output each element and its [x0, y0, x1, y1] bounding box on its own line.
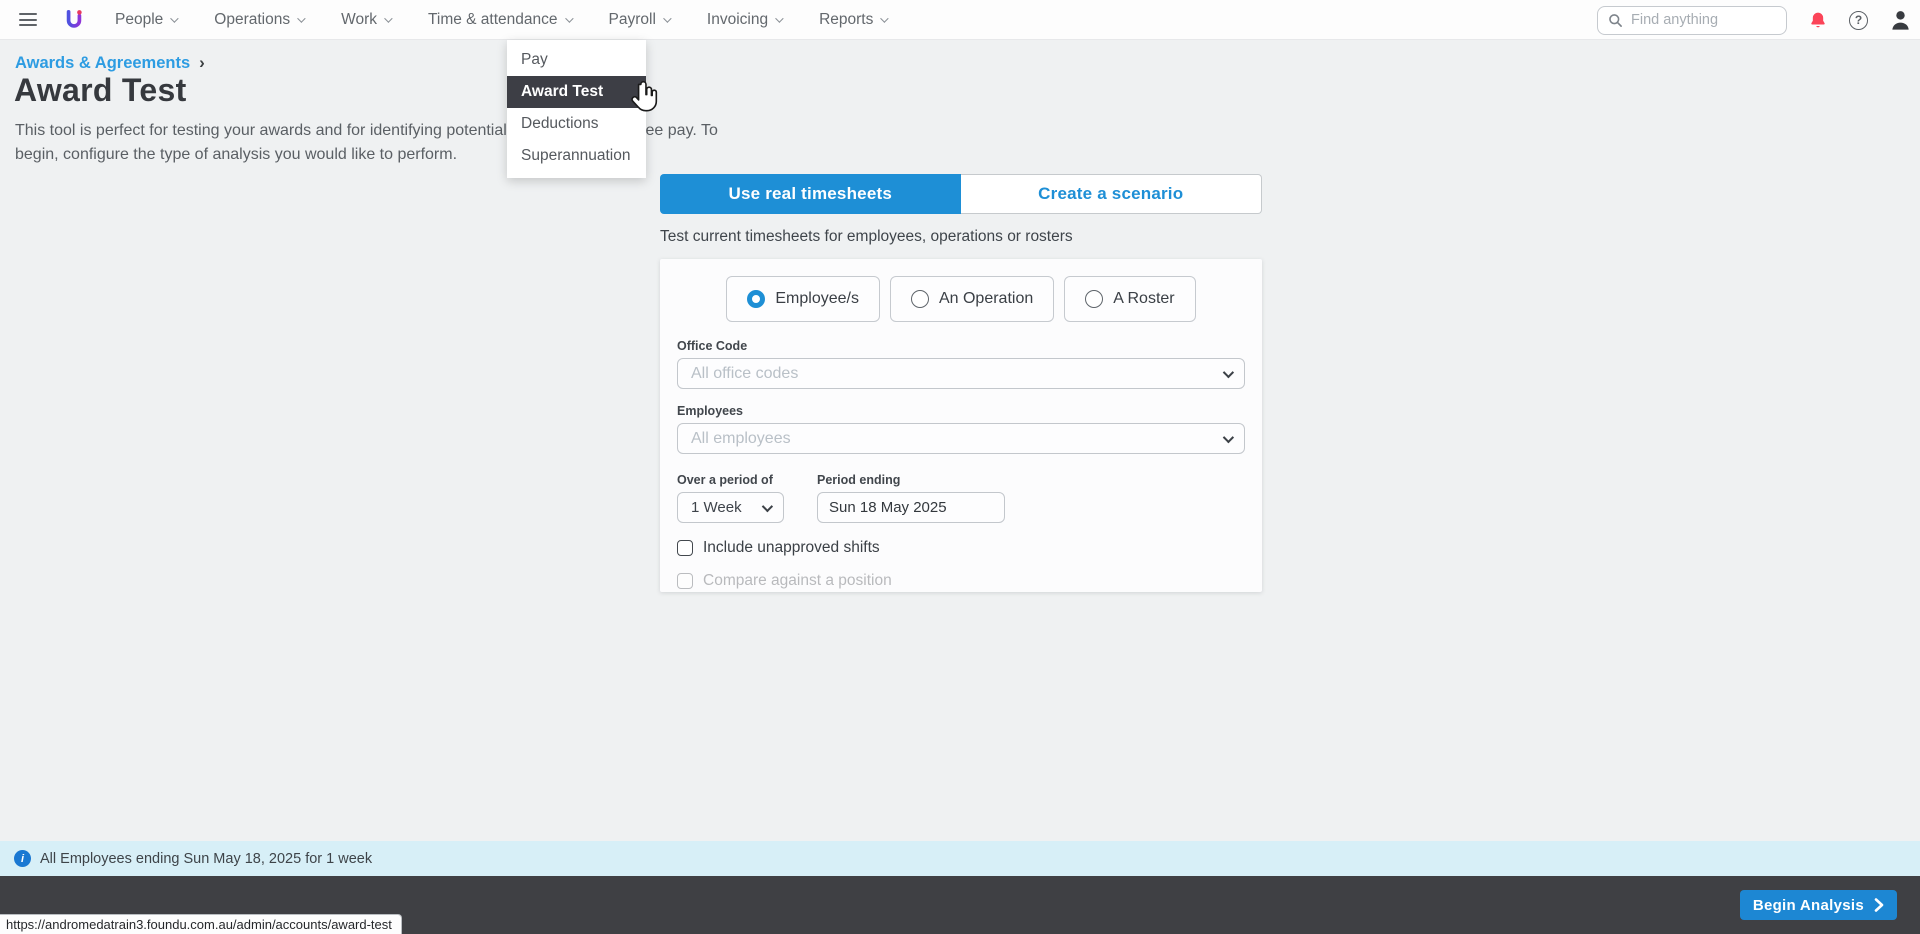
person-icon [1889, 8, 1912, 32]
chevron-down-icon [663, 14, 671, 22]
main-menu: People Operations Work Time & attendance… [115, 11, 886, 29]
nav-label: Reports [819, 11, 873, 29]
bell-icon [1808, 10, 1828, 31]
nav-label: Work [341, 11, 377, 29]
nav-item-payroll[interactable]: Payroll [609, 11, 669, 29]
global-search[interactable] [1597, 6, 1787, 35]
radio-label: An Operation [939, 290, 1033, 308]
employees-select[interactable]: All employees [677, 423, 1245, 454]
include-unapproved-label: Include unapproved shifts [703, 539, 880, 557]
nav-label: People [115, 11, 163, 29]
nav-label: Time & attendance [428, 11, 558, 29]
nav-item-time-attendance[interactable]: Time & attendance [428, 11, 571, 29]
search-input[interactable] [1631, 12, 1771, 28]
radio-option-employees[interactable]: Employee/s [726, 276, 880, 322]
foundu-logo[interactable] [61, 7, 87, 33]
mode-toggle: Use real timesheets Create a scenario [660, 174, 1262, 214]
chevron-down-icon [762, 500, 773, 511]
office-code-label: Office Code [677, 339, 1245, 353]
nav-item-reports[interactable]: Reports [819, 11, 886, 29]
employees-label: Employees [677, 404, 1245, 418]
employees-field: Employees All employees [677, 404, 1245, 454]
question-mark-icon: ? [1849, 11, 1868, 30]
radio-label: Employee/s [775, 290, 859, 308]
nav-right-tools: ? [1597, 0, 1912, 40]
radio-unselected-icon [911, 290, 929, 308]
office-code-select[interactable]: All office codes [677, 358, 1245, 389]
period-length-field: Over a period of 1 Week [677, 473, 784, 523]
begin-analysis-label: Begin Analysis [1753, 897, 1864, 914]
radio-label: A Roster [1113, 290, 1174, 308]
top-nav: People Operations Work Time & attendance… [0, 0, 1920, 40]
status-url-tooltip: https://andromedatrain3.foundu.com.au/ad… [0, 914, 402, 934]
office-code-placeholder: All office codes [691, 365, 798, 383]
menu-item-deductions[interactable]: Deductions [507, 108, 646, 140]
radio-option-a-roster[interactable]: A Roster [1064, 276, 1195, 322]
period-length-label: Over a period of [677, 473, 784, 487]
nav-label: Invoicing [707, 11, 768, 29]
nav-label: Payroll [609, 11, 656, 29]
checkbox-unchecked-icon[interactable] [677, 540, 693, 556]
chevron-down-icon [881, 14, 889, 22]
logo-u-icon [61, 7, 87, 33]
chevron-down-icon [1223, 431, 1234, 442]
analysis-config-panel: Employee/s An Operation A Roster Office … [660, 259, 1262, 592]
mode-subtitle: Test current timesheets for employees, o… [660, 228, 1262, 246]
info-icon: i [14, 850, 31, 867]
page-title: Award Test [14, 72, 187, 109]
nav-label: Operations [214, 11, 290, 29]
chevron-down-icon [297, 14, 305, 22]
period-row: Over a period of 1 Week Period ending [677, 473, 1245, 523]
user-avatar[interactable] [1889, 8, 1912, 32]
hamburger-menu-icon[interactable] [19, 13, 37, 26]
search-icon [1608, 13, 1623, 28]
menu-item-pay[interactable]: Pay [507, 44, 646, 76]
menu-item-award-test[interactable]: Award Test [507, 76, 646, 108]
menu-item-label: Award Test [521, 83, 603, 101]
summary-text: All Employees ending Sun May 18, 2025 fo… [40, 851, 372, 867]
nav-item-operations[interactable]: Operations [214, 11, 303, 29]
help-button[interactable]: ? [1849, 11, 1868, 30]
compare-against-position-option: Compare against a position [677, 572, 1245, 590]
office-code-field: Office Code All office codes [677, 339, 1245, 389]
chevron-down-icon [384, 14, 392, 22]
radio-option-an-operation[interactable]: An Operation [890, 276, 1054, 322]
breadcrumb: Awards & Agreements › [15, 53, 205, 73]
compare-position-label: Compare against a position [703, 572, 892, 590]
chevron-down-icon [170, 14, 178, 22]
breadcrumb-link-awards-agreements[interactable]: Awards & Agreements [15, 54, 190, 73]
menu-item-superannuation[interactable]: Superannuation [507, 140, 646, 172]
radio-unselected-icon [1085, 290, 1103, 308]
period-ending-input[interactable] [817, 492, 1005, 523]
chevron-down-icon [775, 14, 783, 22]
summary-info-bar: i All Employees ending Sun May 18, 2025 … [0, 841, 1920, 876]
nav-item-invoicing[interactable]: Invoicing [707, 11, 781, 29]
period-length-select[interactable]: 1 Week [677, 492, 784, 523]
nav-item-people[interactable]: People [115, 11, 176, 29]
notifications-button[interactable] [1808, 10, 1828, 31]
period-length-value: 1 Week [691, 499, 742, 516]
period-ending-label: Period ending [817, 473, 1005, 487]
include-unapproved-shifts-option[interactable]: Include unapproved shifts [677, 539, 1245, 557]
chevron-down-icon [565, 14, 573, 22]
tab-use-real-timesheets[interactable]: Use real timesheets [660, 174, 961, 214]
nav-item-work[interactable]: Work [341, 11, 390, 29]
payroll-dropdown-menu: Pay Award Test Deductions Superannuation [507, 40, 646, 178]
chevron-down-icon [1223, 366, 1234, 377]
target-type-radio-group: Employee/s An Operation A Roster [677, 276, 1245, 322]
period-ending-field: Period ending [817, 473, 1005, 523]
begin-analysis-button[interactable]: Begin Analysis [1740, 890, 1897, 920]
main-content: Use real timesheets Create a scenario Te… [660, 174, 1262, 592]
radio-selected-icon [747, 290, 765, 308]
chevron-right-icon [1874, 898, 1884, 912]
breadcrumb-chevron-icon: › [199, 53, 205, 73]
tab-create-a-scenario[interactable]: Create a scenario [961, 174, 1263, 214]
hand-cursor-icon [631, 81, 658, 117]
employees-placeholder: All employees [691, 430, 791, 448]
checkbox-disabled-icon [677, 573, 693, 589]
